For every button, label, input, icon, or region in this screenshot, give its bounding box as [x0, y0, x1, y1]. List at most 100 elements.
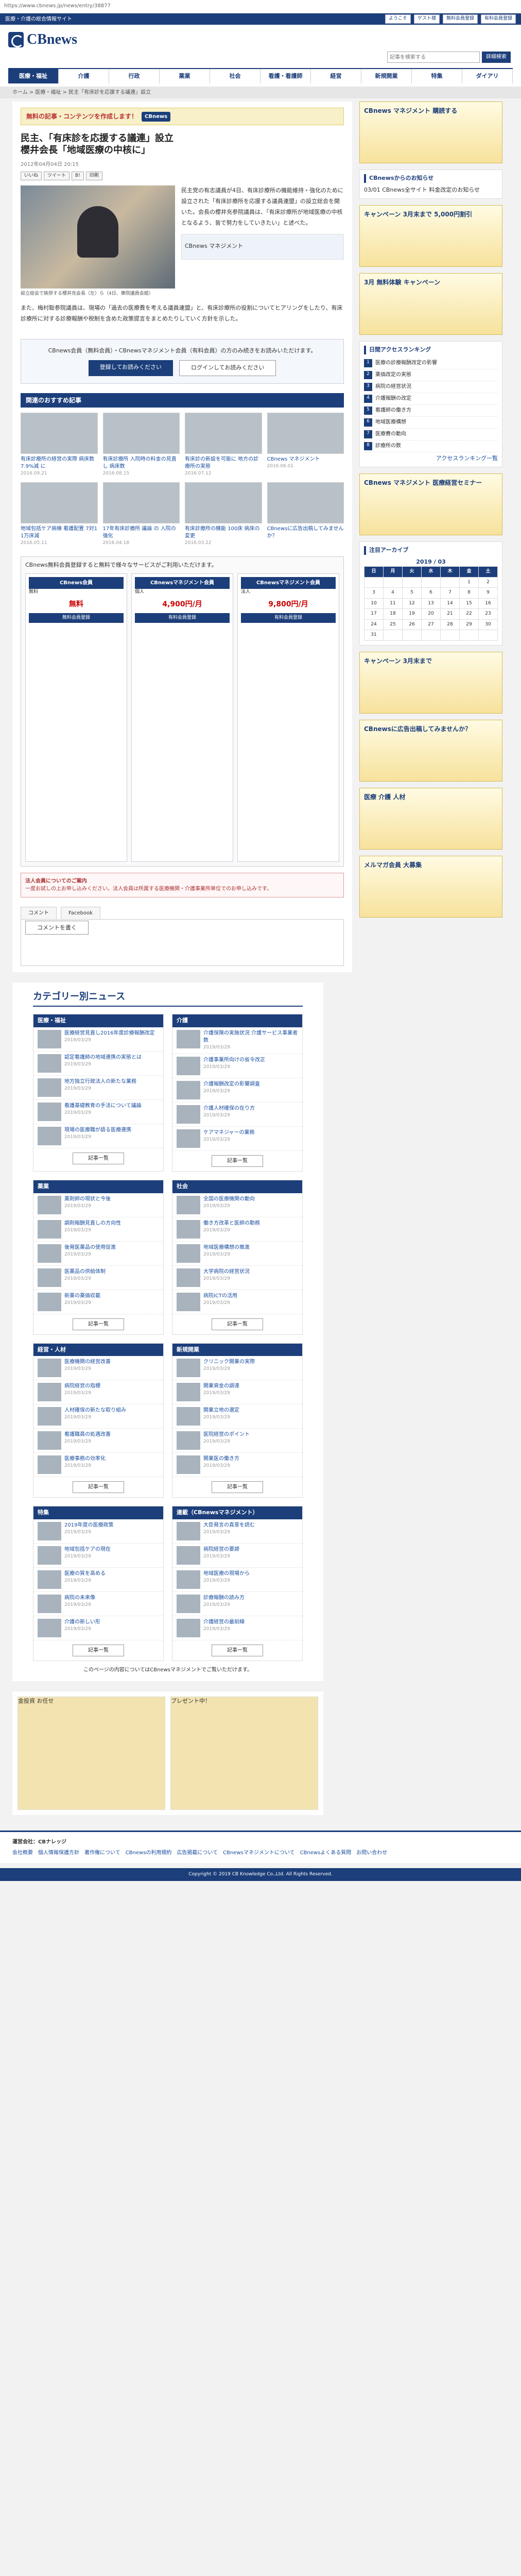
category-item[interactable]: ケアマネジャーの業務 2019/03/29 — [172, 1127, 302, 1151]
calendar-day[interactable]: 7 — [440, 587, 460, 599]
category-item[interactable]: 薬剤師の現状と今後 2019/03/29 — [33, 1193, 163, 1217]
notice-item[interactable]: 03/01 CBnews全サイト 料金改定のお知らせ — [364, 186, 498, 195]
calendar-day[interactable]: 15 — [459, 598, 479, 609]
category-item[interactable]: 医療の質を高める 2019/03/29 — [33, 1568, 163, 1592]
ranking-item[interactable]: 6 地域医療構想 — [364, 417, 498, 429]
calendar-day[interactable]: 21 — [440, 608, 460, 620]
write-comment-button[interactable]: コメントを書く — [25, 921, 89, 935]
search-button[interactable]: 詳細検索 — [482, 52, 511, 63]
calendar-day[interactable]: 4 — [383, 587, 403, 599]
nav-item[interactable]: 介護 — [59, 69, 109, 83]
calendar-day[interactable]: 17 — [364, 608, 384, 620]
sidebar-ad-1[interactable]: CBnews マネジメント 購読する — [359, 101, 502, 163]
calendar-day[interactable]: 31 — [364, 630, 384, 641]
category-item[interactable]: 働き方改革と医師の勤務 2019/03/29 — [172, 1217, 302, 1242]
ranking-item[interactable]: 5 看護師の働き方 — [364, 405, 498, 417]
category-item[interactable]: 医療機関の経営改善 2019/03/29 — [33, 1356, 163, 1381]
more-button[interactable]: 記事一覧 — [73, 1152, 124, 1164]
category-item[interactable]: 診療報酬の読み方 2019/03/29 — [172, 1592, 302, 1616]
calendar-day[interactable]: 18 — [383, 608, 403, 620]
related-item[interactable]: CBnews マネジメント 2016.06.01 — [267, 412, 344, 478]
sidebar-ad-3[interactable]: 3月 無料体験 キャンペーン — [359, 273, 502, 335]
more-button[interactable]: 記事一覧 — [212, 1155, 263, 1167]
calendar-day[interactable]: 1 — [459, 577, 479, 588]
calendar-day[interactable]: 9 — [478, 587, 498, 599]
category-item[interactable]: 新薬の薬価収載 2019/03/29 — [33, 1290, 163, 1314]
logo[interactable]: CBnews — [8, 29, 513, 50]
category-item[interactable]: 地域包括ケアの現在 2019/03/29 — [33, 1544, 163, 1568]
category-item[interactable]: 病院の未来像 2019/03/29 — [33, 1592, 163, 1616]
category-item[interactable]: 介護保険の実施状況 介護サービス事業者数 2019/03/29 — [172, 1027, 302, 1055]
calendar-day[interactable]: 20 — [421, 608, 441, 620]
category-item[interactable]: 人材確保の新たな取り組み 2019/03/29 — [33, 1404, 163, 1429]
calendar-day[interactable]: 16 — [478, 598, 498, 609]
more-button[interactable]: 記事一覧 — [212, 1481, 263, 1494]
share-button[interactable]: 印刷 — [85, 171, 102, 181]
related-item[interactable]: 地域包括ケア病棟 看護配置 7対1 1万床減 2016.05.11 — [21, 482, 98, 547]
category-item[interactable]: 開業資金の調達 2019/03/29 — [172, 1380, 302, 1405]
footer-link[interactable]: CBnewsよくある質問 — [300, 1849, 352, 1857]
calendar-day[interactable]: 26 — [402, 619, 422, 630]
category-item[interactable]: 認定看護師の地域連携の実態とは 2019/03/29 — [33, 1052, 163, 1076]
calendar-day[interactable]: 3 — [364, 587, 384, 599]
nav-item[interactable]: ダイアリ — [462, 69, 513, 83]
top-banner[interactable]: 無料の記事・コンテンツを作成します！ CBnews — [21, 108, 344, 125]
calendar-day[interactable]: 8 — [459, 587, 479, 599]
ranking-item[interactable]: 2 薬価改定の実態 — [364, 369, 498, 381]
category-item[interactable]: 現場の医療職が語る医療連携 2019/03/29 — [33, 1124, 163, 1148]
category-item[interactable]: 全国の医療機関の動向 2019/03/29 — [172, 1193, 302, 1217]
calendar-day[interactable]: 30 — [478, 619, 498, 630]
category-item[interactable]: 病院ICTの活用 2019/03/29 — [172, 1290, 302, 1314]
category-item[interactable]: 後発医薬品の使用促進 2019/03/29 — [33, 1242, 163, 1266]
category-item[interactable]: 医院経営のポイント 2019/03/29 — [172, 1429, 302, 1453]
topbar-link[interactable]: 有料会員登録 — [480, 14, 516, 24]
related-item[interactable]: 有床診療所 入院時の料金の見直し 病床数 2016.08.15 — [102, 412, 180, 478]
category-item[interactable]: 看護職員の処遇改善 2019/03/29 — [33, 1429, 163, 1453]
category-item[interactable]: 大学病院の経営状況 2019/03/29 — [172, 1266, 302, 1290]
topbar-link[interactable]: 無料会員登録 — [442, 14, 478, 24]
category-item[interactable]: 介護経営の最前線 2019/03/29 — [172, 1616, 302, 1640]
category-item[interactable]: 地域医療の現場から 2019/03/29 — [172, 1568, 302, 1592]
category-item[interactable]: 介護の新しい形 2019/03/29 — [33, 1616, 163, 1640]
calendar-day[interactable]: 13 — [421, 598, 441, 609]
calendar-day[interactable]: 25 — [383, 619, 403, 630]
comment-tab[interactable]: Facebook — [61, 907, 100, 920]
nav-item[interactable]: 行政 — [109, 69, 160, 83]
calendar-day[interactable]: 14 — [440, 598, 460, 609]
footer-ad-1[interactable]: 金投資 お任せ — [18, 1696, 165, 1810]
calendar-day[interactable]: 22 — [459, 608, 479, 620]
calendar-day[interactable]: 12 — [402, 598, 422, 609]
category-item[interactable]: 開業医の働き方 2019/03/29 — [172, 1453, 302, 1478]
category-item[interactable]: 病院経営の要諦 2019/03/29 — [172, 1544, 302, 1568]
footer-link[interactable]: CBnewsの利用規約 — [126, 1849, 172, 1857]
calendar-day[interactable]: 2 — [478, 577, 498, 588]
category-item[interactable]: 開業立地の選定 2019/03/29 — [172, 1404, 302, 1429]
sidebar-ad-2[interactable]: キャンペーン 3月末まで 5,000円割引 — [359, 205, 502, 267]
ranking-item[interactable]: 3 病院の経営状況 — [364, 381, 498, 393]
sidebar-ad-5[interactable]: キャンペーン 3月末まで — [359, 651, 502, 714]
inline-ad[interactable]: CBnews マネジメント — [181, 233, 344, 260]
calendar-day[interactable]: 24 — [364, 619, 384, 630]
calendar-day[interactable]: 23 — [478, 608, 498, 620]
sidebar-ad-8[interactable]: メルマガ会員 大募集 — [359, 855, 502, 918]
category-item[interactable]: 地方独立行政法人の新たな業務 2019/03/29 — [33, 1076, 163, 1100]
topbar-link[interactable]: ゲスト様 — [413, 14, 440, 24]
calendar-day[interactable]: 19 — [402, 608, 422, 620]
footer-link[interactable]: お問い合わせ — [356, 1849, 387, 1857]
topbar-link[interactable]: ようこそ — [385, 14, 411, 24]
more-button[interactable]: 記事一覧 — [73, 1481, 124, 1494]
share-button[interactable]: B! — [72, 171, 84, 181]
nav-item[interactable]: 薬業 — [160, 69, 210, 83]
plan-button[interactable]: 有料会員登録 — [135, 613, 230, 623]
nav-item[interactable]: 経営 — [311, 69, 361, 83]
comment-tab[interactable]: コメント — [21, 907, 57, 920]
category-item[interactable]: 医療事務の効率化 2019/03/29 — [33, 1453, 163, 1478]
sidebar-ad-6[interactable]: CBnewsに広告出稿してみませんか？ — [359, 719, 502, 782]
nav-item[interactable]: 医療・福祉 — [8, 69, 59, 83]
ranking-item[interactable]: 1 医療の診療報酬改定の影響 — [364, 358, 498, 369]
category-item[interactable]: 介護事業所向けの省令改正 2019/03/29 — [172, 1054, 302, 1079]
nav-item[interactable]: 看護・看護師 — [260, 69, 311, 83]
plan-button[interactable]: 有料会員登録 — [241, 613, 336, 623]
sidebar-ad-7[interactable]: 医療 介護 人材 — [359, 787, 502, 850]
related-item[interactable]: 有床診の新設を可能に 地方の診療所の実態 2016.07.12 — [185, 412, 262, 478]
